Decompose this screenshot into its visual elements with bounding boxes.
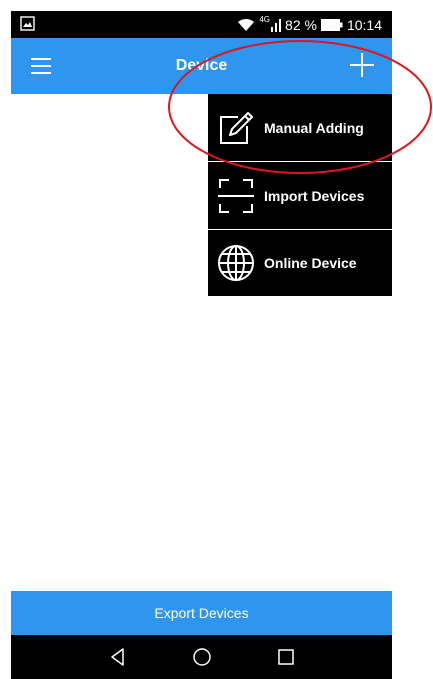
export-devices-button[interactable]: Export Devices (11, 591, 392, 635)
scan-icon (218, 178, 254, 213)
edit-icon (220, 111, 253, 144)
battery-icon (320, 18, 343, 31)
screenshot-icon (20, 16, 35, 31)
add-device-menu: Manual Adding Import Devices Online Devi… (208, 94, 392, 296)
menu-item-label: Online Device (264, 255, 357, 271)
recents-icon[interactable] (276, 647, 296, 667)
hamburger-menu-icon[interactable] (29, 54, 53, 78)
status-bar: 4G 82 % 10:14 (11, 11, 392, 38)
menu-item-import-devices[interactable]: Import Devices (208, 162, 392, 230)
signal-icon (271, 18, 282, 32)
globe-icon (218, 245, 254, 281)
menu-item-online-device[interactable]: Online Device (208, 230, 392, 296)
menu-item-manual-adding[interactable]: Manual Adding (208, 94, 392, 162)
system-nav-bar (11, 635, 392, 679)
wifi-icon (238, 18, 255, 31)
menu-item-label: Import Devices (264, 187, 365, 204)
phone-screen: 4G 82 % 10:14 Device Manual Adding Impor… (11, 11, 392, 679)
back-icon[interactable] (108, 647, 128, 667)
page-title: Device (175, 57, 228, 74)
status-indicators: 4G 82 % 10:14 (237, 15, 386, 33)
home-icon[interactable] (192, 647, 212, 667)
network-type: 4G (259, 15, 271, 24)
battery-percent: 82 % (285, 16, 317, 33)
plus-icon[interactable] (349, 52, 375, 78)
menu-item-label: Manual Adding (264, 119, 364, 136)
clock: 10:14 (346, 16, 382, 33)
app-bar: Device (11, 38, 392, 94)
